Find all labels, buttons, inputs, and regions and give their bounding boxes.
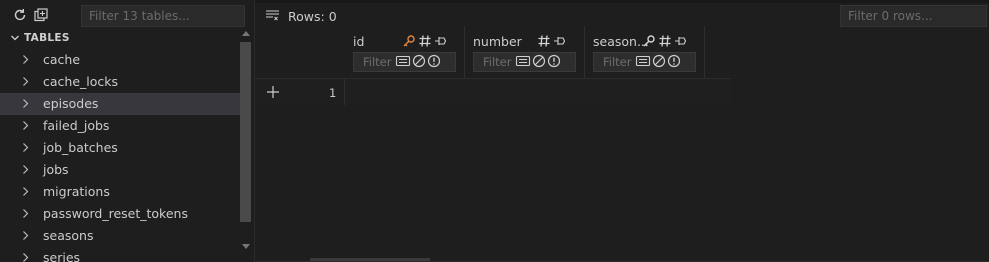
- column-filter-input[interactable]: Filter: [353, 52, 456, 72]
- table-name: cache_locks: [43, 74, 119, 89]
- sidebar: Filter 13 tables... TABLES cache cache_l…: [0, 0, 254, 262]
- table-item-cache[interactable]: cache: [0, 49, 240, 71]
- chevron-right-icon[interactable]: [21, 164, 30, 175]
- table-name: password_reset_tokens: [43, 206, 188, 221]
- new-row: 1: [255, 78, 731, 105]
- key-icon: [402, 34, 416, 51]
- chevron-right-icon[interactable]: [21, 208, 30, 219]
- scroll-up-icon[interactable]: [242, 31, 250, 36]
- column-icons: [642, 34, 688, 51]
- table-list: cache cache_locks episodes failed_jobs j…: [0, 49, 240, 262]
- chevron-right-icon[interactable]: [21, 252, 30, 262]
- data-grid-panel: Rows: 0 Filter 0 rows... id Filter numbe…: [255, 0, 989, 262]
- table-item-migrations[interactable]: migrations: [0, 181, 240, 203]
- chevron-right-icon[interactable]: [21, 120, 30, 131]
- filter-placeholder: Filter: [603, 55, 632, 69]
- null-icon[interactable]: [532, 54, 546, 71]
- row-count: Rows: 0: [288, 9, 337, 24]
- table-item-series[interactable]: series: [0, 247, 240, 262]
- tables-section-header[interactable]: TABLES: [0, 28, 240, 48]
- column-header-season[interactable]: season... Filter: [585, 26, 705, 78]
- hash-icon: [537, 34, 551, 51]
- table-name: series: [43, 250, 81, 262]
- table-item-seasons[interactable]: seasons: [0, 225, 240, 247]
- table-name: cache: [43, 52, 81, 67]
- table-item-cache-locks[interactable]: cache_locks: [0, 71, 240, 93]
- table-item-password-reset-tokens[interactable]: password_reset_tokens: [0, 203, 240, 225]
- table-name: migrations: [43, 184, 110, 199]
- table-item-failed-jobs[interactable]: failed_jobs: [0, 115, 240, 137]
- add-row-icon[interactable]: [266, 85, 280, 102]
- column-name: id: [353, 34, 365, 49]
- pin-icon[interactable]: [553, 34, 567, 51]
- column-name: season...: [593, 34, 649, 49]
- filter-placeholder: Filter: [483, 55, 512, 69]
- pin-icon[interactable]: [434, 34, 448, 51]
- column-header-id[interactable]: id Filter: [345, 26, 465, 78]
- table-item-episodes[interactable]: episodes: [0, 93, 240, 115]
- table-item-jobs[interactable]: jobs: [0, 159, 240, 181]
- refresh-icon[interactable]: [10, 5, 30, 25]
- row-filter-input[interactable]: Filter 0 rows...: [840, 5, 987, 27]
- section-title: TABLES: [24, 32, 70, 44]
- column-filter-input[interactable]: Filter: [593, 52, 696, 72]
- exclamation-icon[interactable]: [427, 54, 441, 71]
- table-filter-input[interactable]: Filter 13 tables...: [81, 5, 245, 27]
- table-name: failed_jobs: [43, 118, 110, 133]
- row-number: 1: [329, 86, 337, 100]
- column-icons: [402, 34, 448, 51]
- exclamation-icon[interactable]: [667, 54, 681, 71]
- pin-icon[interactable]: [674, 34, 688, 51]
- text-mode-icon[interactable]: [395, 54, 411, 71]
- null-icon[interactable]: [412, 54, 426, 71]
- table-item-job-batches[interactable]: job_batches: [0, 137, 240, 159]
- hash-icon: [418, 34, 432, 51]
- table-name: episodes: [43, 96, 99, 111]
- key-icon: [642, 34, 656, 51]
- chevron-right-icon[interactable]: [21, 230, 30, 241]
- text-mode-icon[interactable]: [515, 54, 531, 71]
- table-name: seasons: [43, 228, 94, 243]
- hash-icon: [658, 34, 672, 51]
- sidebar-toolbar: Filter 13 tables...: [0, 4, 254, 28]
- sidebar-scrollbar[interactable]: [239, 28, 253, 256]
- grid-toolbar: Rows: 0 Filter 0 rows...: [255, 4, 989, 28]
- add-table-icon[interactable]: [31, 5, 51, 25]
- exclamation-icon[interactable]: [547, 54, 561, 71]
- filter-placeholder: Filter: [363, 55, 392, 69]
- scrollbar-thumb[interactable]: [240, 42, 251, 222]
- scroll-down-icon[interactable]: [242, 244, 250, 249]
- chevron-right-icon[interactable]: [21, 142, 30, 153]
- chevron-down-icon: [10, 33, 20, 43]
- grid-header: id Filter number Filter season... Filter: [255, 26, 731, 78]
- column-filter-input[interactable]: Filter: [473, 52, 576, 72]
- column-header-number[interactable]: number Filter: [465, 26, 585, 78]
- column-name: number: [473, 34, 522, 49]
- table-name: job_batches: [43, 140, 118, 155]
- chevron-right-icon[interactable]: [21, 186, 30, 197]
- text-mode-icon[interactable]: [635, 54, 651, 71]
- clear-filter-icon[interactable]: [265, 9, 280, 24]
- column-icons: [537, 34, 567, 51]
- table-name: jobs: [43, 162, 69, 177]
- chevron-right-icon[interactable]: [21, 76, 30, 87]
- null-icon[interactable]: [652, 54, 666, 71]
- top-border: [255, 0, 989, 3]
- chevron-right-icon[interactable]: [21, 98, 30, 109]
- row-number-divider: [344, 79, 345, 105]
- chevron-right-icon[interactable]: [21, 54, 30, 65]
